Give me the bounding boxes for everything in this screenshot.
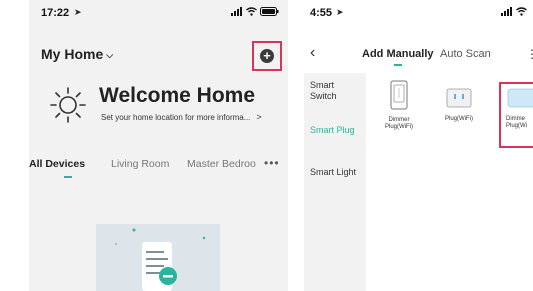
status-time: 4:55 bbox=[310, 7, 333, 19]
welcome-title: Welcome Home bbox=[99, 84, 255, 107]
category-sidebar: Smart Switch Smart Plug Smart Light bbox=[304, 73, 366, 291]
sidebar-item-label: Smart Light bbox=[310, 167, 357, 177]
scan-icon[interactable]: ⋮ bbox=[526, 47, 533, 61]
location-arrow-icon: ➤ bbox=[336, 7, 344, 17]
sidebar-item-smart-plug[interactable]: Smart Plug bbox=[310, 125, 355, 136]
signal-icon bbox=[231, 7, 242, 16]
tab-master-bedroom[interactable]: Master Bedroo bbox=[187, 158, 259, 170]
sidebar-item-label: Switch bbox=[310, 91, 337, 101]
sidebar-item-label: Smart Plug bbox=[310, 125, 355, 135]
sidebar-item-smart-switch[interactable]: Smart Switch bbox=[310, 80, 337, 102]
sun-icon bbox=[50, 87, 86, 123]
more-icon[interactable]: ••• bbox=[264, 156, 280, 170]
add-device-highlight: + bbox=[252, 41, 282, 71]
add-device-button[interactable]: + bbox=[260, 49, 274, 63]
location-arrow-icon: ➤ bbox=[74, 7, 82, 17]
product-dimmer-plug-selected[interactable]: Dimme Plug(Wi bbox=[503, 87, 533, 130]
status-time: 17:22 bbox=[41, 7, 70, 19]
home-selector[interactable]: My Home ⌵ bbox=[41, 46, 113, 62]
plug-icon bbox=[446, 88, 472, 108]
set-location-link[interactable]: Set your home location for more informa.… bbox=[101, 112, 262, 122]
status-bar: 17:22 ➤ bbox=[29, 0, 288, 28]
tab-auto-scan[interactable]: Auto Scan bbox=[440, 48, 491, 60]
product-label: Plug(Wi bbox=[506, 123, 528, 129]
back-icon[interactable]: ‹ bbox=[310, 44, 315, 62]
product-plug[interactable]: Plug(WiFi) bbox=[434, 87, 484, 123]
status-bar: 4:55 ➤ bbox=[304, 0, 533, 28]
tab-add-manually[interactable]: Add Manually bbox=[362, 48, 434, 60]
dimmer-switch-icon bbox=[390, 80, 408, 110]
product-dimmer-plug[interactable]: Dimmer Plug(WiFi) bbox=[377, 80, 421, 131]
status-icons bbox=[501, 7, 527, 16]
plus-icon: + bbox=[263, 48, 271, 63]
tab-all-devices[interactable]: All Devices bbox=[29, 158, 85, 170]
room-tabs: All Devices Living Room Master Bedroo bbox=[29, 158, 288, 178]
home-screen: 17:22 ➤ My Home ⌵ + Welcome Home Set your… bbox=[29, 0, 288, 291]
sidebar-item-smart-light[interactable]: Smart Light bbox=[310, 167, 356, 178]
dimmer-plug-icon bbox=[507, 88, 533, 108]
product-label: Plug(WiFi) bbox=[385, 124, 413, 130]
welcome-subtitle: Set your home location for more informa.… bbox=[101, 113, 251, 122]
active-tab-indicator bbox=[64, 176, 72, 178]
document-icon bbox=[115, 228, 206, 291]
product-label: Dimme bbox=[506, 116, 525, 122]
tab-living-room[interactable]: Living Room bbox=[111, 158, 169, 170]
battery-icon bbox=[260, 7, 279, 16]
chevron-down-icon: ⌵ bbox=[106, 50, 114, 60]
status-icons bbox=[231, 7, 279, 16]
home-title: My Home bbox=[41, 46, 104, 62]
product-label: Plug(WiFi) bbox=[445, 116, 473, 122]
chevron-right-icon: > bbox=[256, 112, 262, 122]
add-device-screen: 4:55 ➤ ‹ Add Manually Auto Scan ⋮ Smart … bbox=[304, 0, 533, 291]
sidebar-item-label: Smart bbox=[310, 80, 335, 90]
empty-state-illustration bbox=[96, 224, 220, 291]
wifi-icon bbox=[516, 7, 527, 16]
product-label: Dimmer bbox=[388, 117, 410, 123]
wifi-icon bbox=[246, 7, 257, 16]
signal-icon bbox=[501, 7, 512, 16]
active-tab-indicator bbox=[394, 64, 402, 66]
